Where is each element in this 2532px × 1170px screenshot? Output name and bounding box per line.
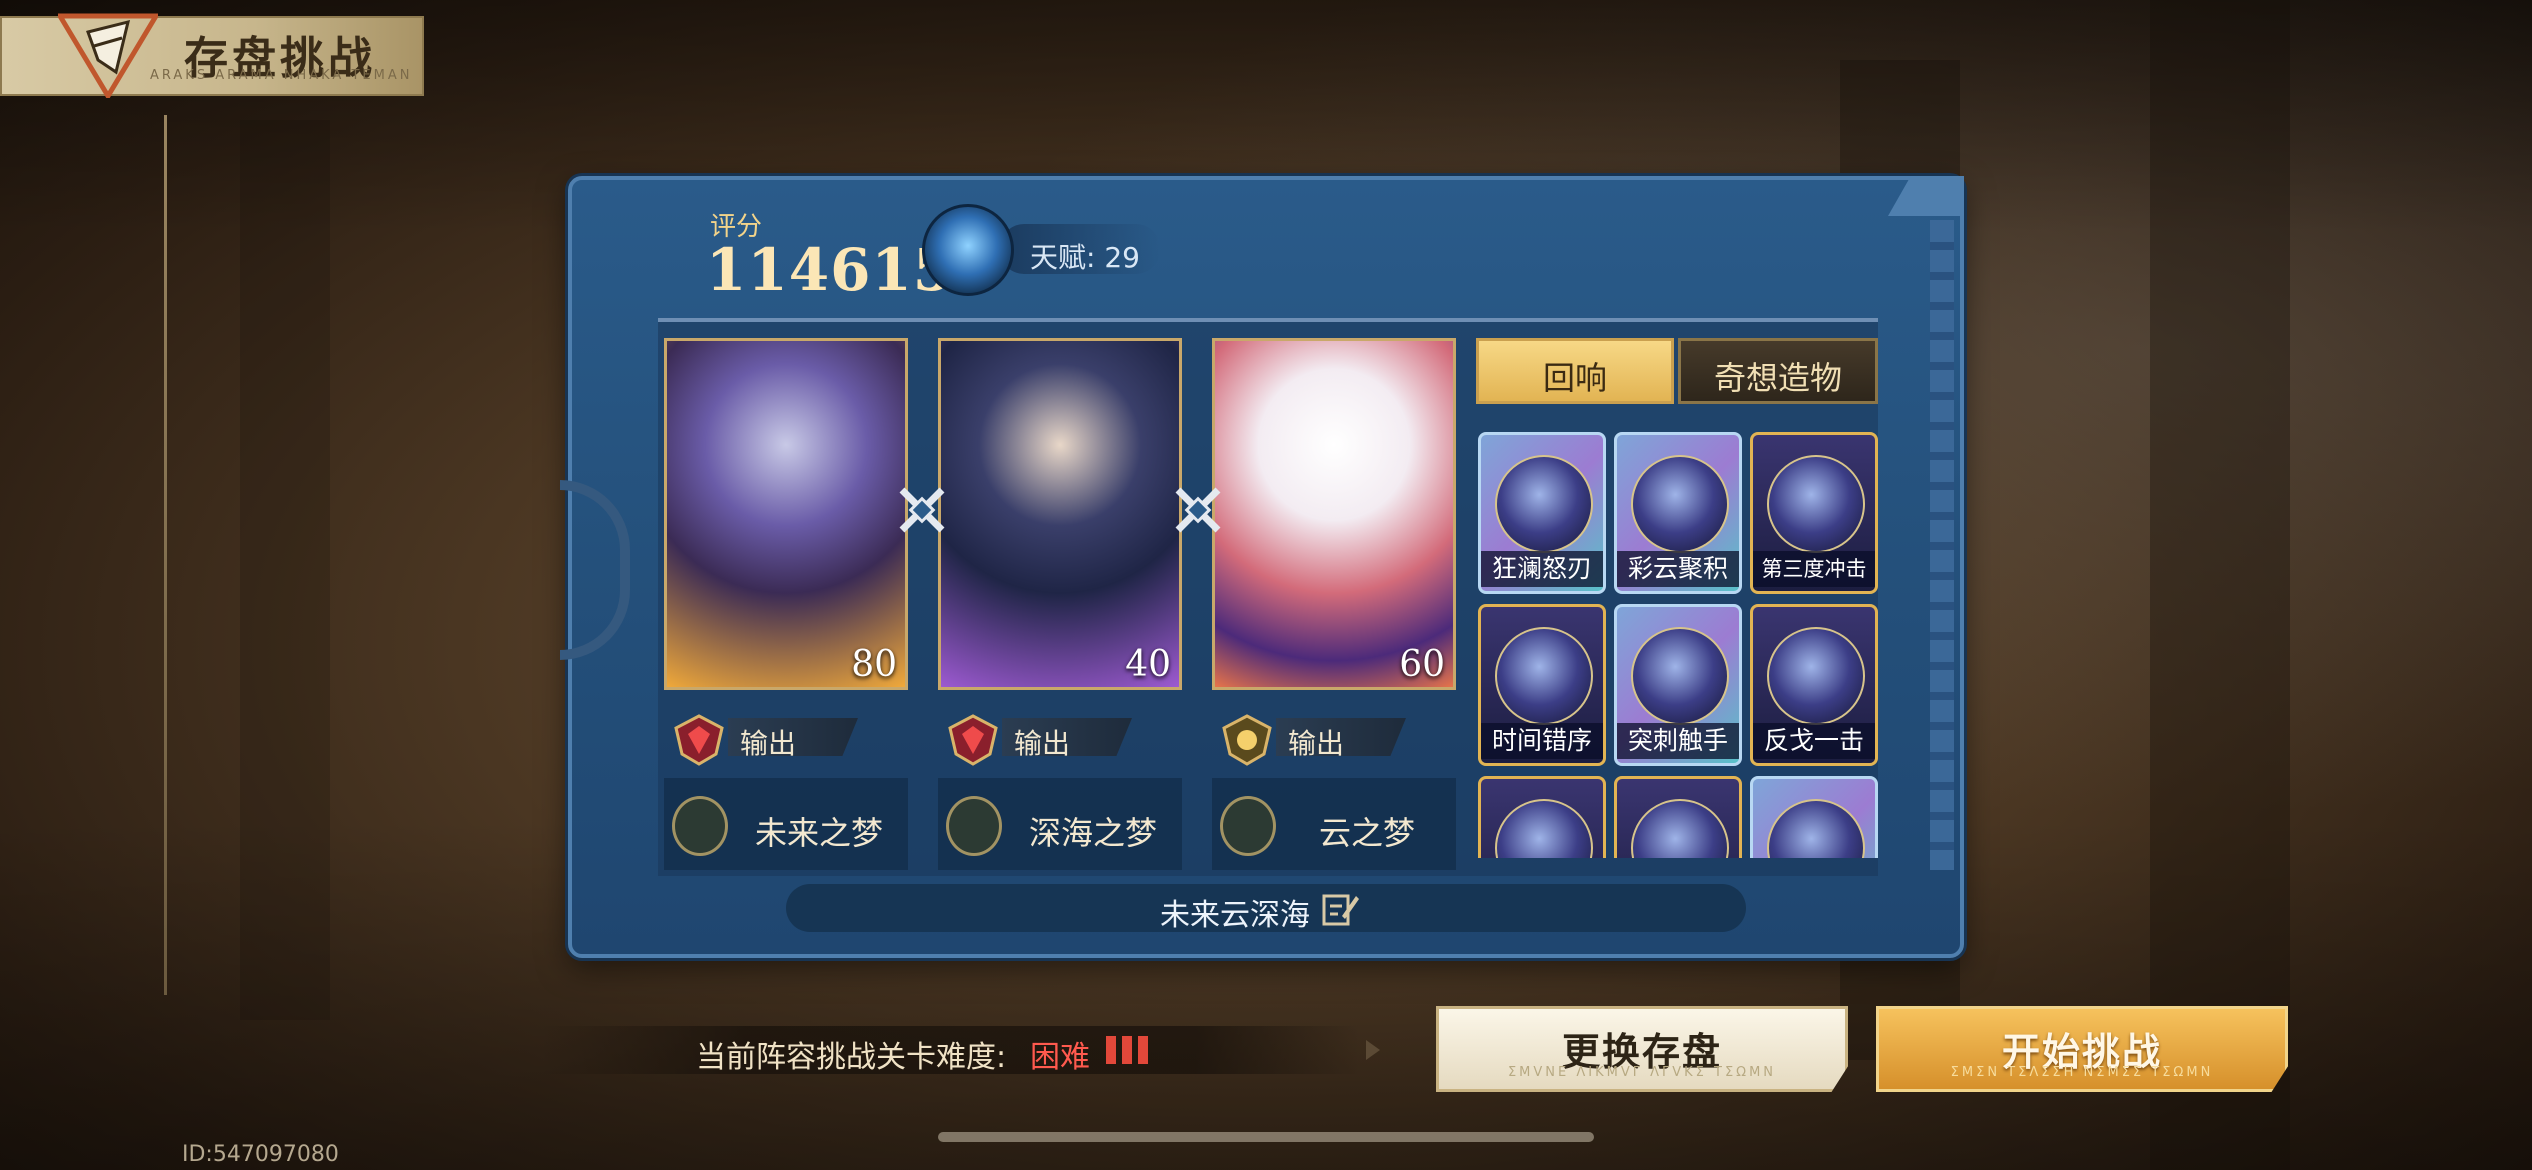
echo-label: 反戈一击 — [1753, 723, 1875, 759]
role-label: 输出 — [740, 727, 797, 760]
tab-creations[interactable]: 奇想造物 — [1678, 338, 1878, 404]
back-logo-icon[interactable] — [58, 12, 158, 98]
dream-label: 未来之梦 — [754, 814, 883, 852]
role-label: 输出 — [1014, 727, 1071, 760]
page-subtitle: ARAKS ARAMA NHAKA TEMAN — [150, 68, 413, 83]
hero-level: 40 — [1125, 644, 1171, 685]
echo-art — [1631, 627, 1729, 725]
echo-art — [1495, 455, 1593, 553]
hero-portrait — [1215, 341, 1453, 687]
difficulty-pip — [1138, 1036, 1148, 1064]
background-pillar — [240, 120, 330, 1020]
user-id: ID:547097080 — [182, 1142, 339, 1167]
start-challenge-sublabel: ΣMΣN TΣΛΣΣH NΣMΣΣ TΣΩMN — [1950, 1065, 2214, 1080]
echo-art — [1631, 455, 1729, 553]
echo-art — [1495, 627, 1593, 725]
difficulty-arrow-icon — [1366, 1040, 1380, 1060]
talent-label: 天赋: 29 — [1030, 241, 1140, 274]
echo-art — [1495, 799, 1593, 858]
background-pillar — [2150, 0, 2290, 1170]
team-name: 未来云深海 — [1160, 898, 1310, 933]
echo-art — [1767, 799, 1865, 858]
difficulty-value: 困难 — [1030, 1040, 1090, 1075]
chess-piece-icon — [946, 796, 1002, 856]
echo-item[interactable] — [1478, 776, 1606, 858]
echo-label: 第三度冲击 — [1753, 551, 1875, 587]
header-divider — [164, 115, 167, 995]
link-icon — [899, 487, 945, 533]
output-role-icon — [948, 714, 998, 766]
echo-item[interactable] — [1614, 776, 1742, 858]
hero-dream-1: 未来之梦 — [664, 778, 908, 870]
echo-art — [1631, 799, 1729, 858]
echo-label: 突刺触手 — [1617, 723, 1739, 759]
tab-echo[interactable]: 回响 — [1476, 338, 1674, 404]
hero-dream-2: 深海之梦 — [938, 778, 1182, 870]
hero-portrait — [667, 341, 905, 687]
home-indicator[interactable] — [938, 1132, 1594, 1142]
echo-label: 时间错序 — [1481, 723, 1603, 759]
hero-role-2: 输出 — [938, 704, 1182, 770]
score-value: 114615 — [706, 236, 955, 304]
echo-item[interactable]: 狂澜怒刃 — [1478, 432, 1606, 594]
echo-item[interactable]: 反戈一击 — [1750, 604, 1878, 766]
panel-inner-border — [658, 318, 1878, 322]
hero-dream-3: 云之梦 — [1212, 778, 1456, 870]
dream-label: 云之梦 — [1318, 814, 1415, 852]
start-challenge-button[interactable]: 开始挑战 ΣMΣN TΣΛΣΣH NΣMΣΣ TΣΩMN — [1876, 1006, 2288, 1092]
role-label: 输出 — [1288, 727, 1345, 760]
edit-icon[interactable] — [1320, 888, 1360, 928]
hero-card-2[interactable]: 40 — [938, 338, 1182, 690]
change-save-sublabel: ΣMVNE ΛIKMVΓ ΛΓVKΣ TΣΩMN — [1507, 1065, 1777, 1080]
dream-label: 深海之梦 — [1028, 814, 1157, 852]
difficulty-pip — [1106, 1036, 1116, 1064]
chess-piece-icon — [1220, 796, 1276, 856]
echo-item[interactable] — [1750, 776, 1878, 858]
hero-card-3[interactable]: 60 — [1212, 338, 1456, 690]
hero-role-3: 输出 — [1212, 704, 1456, 770]
echo-item[interactable]: 时间错序 — [1478, 604, 1606, 766]
echo-art — [1767, 627, 1865, 725]
chess-piece-icon — [672, 796, 728, 856]
echo-label: 彩云聚积 — [1617, 551, 1739, 587]
support-role-icon — [1222, 714, 1272, 766]
difficulty-label: 当前阵容挑战关卡难度: — [696, 1040, 1007, 1075]
talent-trophy-icon — [922, 204, 1014, 296]
tab-creations-label: 奇想造物 — [1713, 359, 1842, 397]
panel-rail — [1930, 220, 1954, 870]
echo-item[interactable]: 突刺触手 — [1614, 604, 1742, 766]
hero-level: 80 — [851, 644, 897, 685]
tab-echo-label: 回响 — [1542, 359, 1607, 397]
echo-grid: 狂澜怒刃 彩云聚积 第三度冲击 时间错序 突刺触手 反戈一击 — [1474, 428, 1884, 858]
echo-item[interactable]: 第三度冲击 — [1750, 432, 1878, 594]
echo-art — [1767, 455, 1865, 553]
hero-role-1: 输出 — [664, 704, 908, 770]
difficulty-pip — [1122, 1036, 1132, 1064]
hero-portrait — [941, 341, 1179, 687]
echo-item[interactable]: 彩云聚积 — [1614, 432, 1742, 594]
link-icon — [1175, 487, 1221, 533]
change-save-button[interactable]: 更换存盘 ΣMVNE ΛIKMVΓ ΛΓVKΣ TΣΩMN — [1436, 1006, 1848, 1092]
hero-card-1[interactable]: 80 — [664, 338, 908, 690]
echo-label: 狂澜怒刃 — [1481, 551, 1603, 587]
output-role-icon — [674, 714, 724, 766]
hero-level: 60 — [1399, 644, 1445, 685]
